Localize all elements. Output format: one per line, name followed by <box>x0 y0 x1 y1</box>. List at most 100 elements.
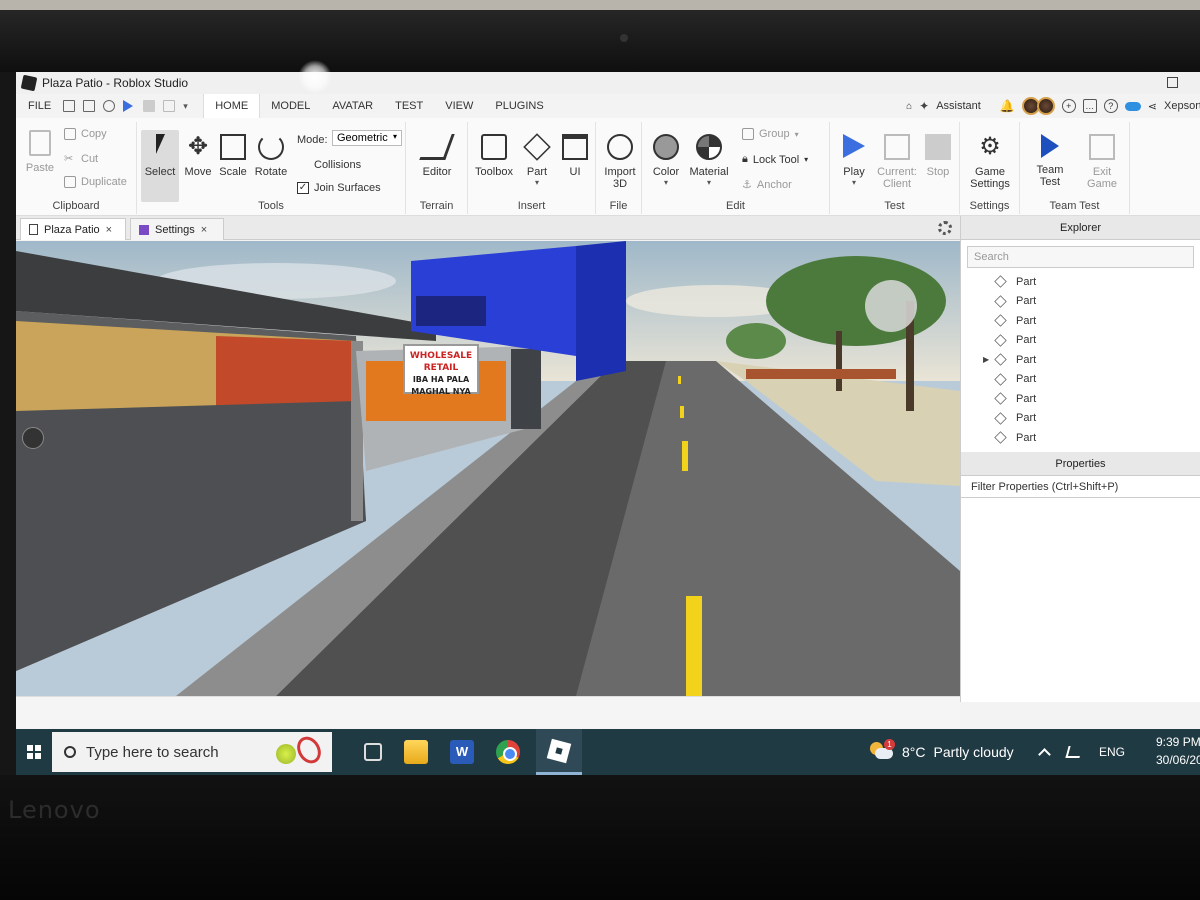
weather-widget[interactable]: 1 8°C Partly cloudy <box>870 729 1014 775</box>
help-icon[interactable]: ? <box>1103 99 1118 113</box>
stop-label: Stop <box>926 166 950 178</box>
publish-icon[interactable] <box>83 100 96 112</box>
3d-viewport[interactable]: WHOLESALE RETAIL IBA HA PALA MAGHAL NYA <box>16 241 960 696</box>
anchor-button[interactable]: ⚓︎ Anchor <box>742 178 792 192</box>
close-icon[interactable]: × <box>201 224 207 236</box>
quick-play-icon[interactable] <box>123 100 134 112</box>
toolbox-button[interactable]: Toolbox <box>472 134 516 178</box>
material-dropdown-icon[interactable]: ▾ <box>686 178 732 187</box>
redo-icon[interactable] <box>103 100 116 112</box>
list-item[interactable]: Part <box>961 428 1200 448</box>
list-item[interactable]: Part <box>961 311 1200 331</box>
tab-test[interactable]: TEST <box>384 94 434 118</box>
list-item[interactable]: ▶ Part <box>961 350 1200 370</box>
start-button[interactable] <box>16 729 52 775</box>
taskbar-search[interactable]: Type here to search <box>52 732 332 772</box>
color-dropdown-icon[interactable]: ▾ <box>648 178 684 187</box>
filter-properties-input[interactable]: Filter Properties (Ctrl+Shift+P) <box>961 476 1200 498</box>
paste-button[interactable]: Paste <box>22 130 58 174</box>
viewport-settings-gear-icon[interactable] <box>938 221 952 235</box>
import-3d-button[interactable]: Import 3D <box>600 134 640 190</box>
assistant-button[interactable]: Assistant <box>936 100 981 112</box>
insert-group: Toolbox Part ▾ UI Insert <box>468 122 596 214</box>
list-item[interactable]: Part <box>961 292 1200 312</box>
task-view-icon[interactable] <box>364 743 382 761</box>
color-button[interactable]: Color ▾ <box>648 134 684 187</box>
expand-arrow-icon[interactable]: ▶ <box>983 355 989 364</box>
user-label[interactable]: Xepsort <box>1164 100 1200 112</box>
list-item[interactable]: Part <box>961 389 1200 409</box>
chrome-icon[interactable] <box>496 740 520 764</box>
globe-import-icon <box>607 134 633 160</box>
ui-label: UI <box>569 166 581 178</box>
add-friend-icon[interactable]: + <box>1061 99 1076 113</box>
tab-home[interactable]: HOME <box>203 94 261 118</box>
terrain-editor-button[interactable]: Editor <box>416 134 458 178</box>
camera-icon[interactable] <box>22 427 44 449</box>
tab-model[interactable]: MODEL <box>260 94 321 118</box>
exit-game-button[interactable]: Exit Game <box>1080 134 1124 190</box>
stop-button[interactable]: Stop <box>922 134 954 178</box>
list-item[interactable]: Part <box>961 370 1200 390</box>
lock-dropdown-icon[interactable]: ▾ <box>804 155 808 164</box>
tab-avatar[interactable]: AVATAR <box>321 94 384 118</box>
tab-view[interactable]: VIEW <box>434 94 484 118</box>
word-icon[interactable]: W <box>450 740 474 764</box>
join-surfaces-toggle[interactable]: ✓ Join Surfaces <box>297 182 381 194</box>
document-tabs: Plaza Patio × Settings × <box>16 216 960 240</box>
play-icon <box>843 134 865 158</box>
lock-tool-button[interactable]: 🔒︎ Lock Tool ▾ <box>742 153 808 166</box>
part-button[interactable]: Part ▾ <box>520 133 554 187</box>
roblox-studio-taskbar-button[interactable] <box>536 729 582 775</box>
list-item[interactable]: Part <box>961 409 1200 429</box>
list-item[interactable]: Part <box>961 272 1200 292</box>
scale-button[interactable]: Scale <box>216 134 250 178</box>
ui-icon <box>562 134 588 160</box>
mode-select[interactable]: Geometric ▾ <box>332 130 402 146</box>
chat-icon[interactable]: … <box>1082 99 1097 113</box>
move-label: Move <box>184 166 212 178</box>
play-dropdown-icon[interactable]: ▾ <box>836 178 872 187</box>
game-settings-button[interactable]: ⚙ Game Settings <box>964 134 1016 191</box>
play-button[interactable]: Play ▾ <box>836 134 872 187</box>
part-dropdown-icon[interactable]: ▾ <box>520 178 554 187</box>
quick-stop-icon[interactable] <box>143 100 156 112</box>
collisions-toggle[interactable]: Collisions <box>314 159 361 171</box>
language-indicator[interactable]: ENG <box>1099 745 1125 759</box>
current-client-button[interactable]: Current: Client <box>874 134 920 190</box>
explorer-search-input[interactable]: Search <box>967 246 1194 268</box>
undo-icon[interactable] <box>163 100 176 112</box>
rotate-button[interactable]: Rotate <box>251 134 291 178</box>
share-icon[interactable]: ⋖ <box>1148 100 1157 113</box>
close-icon[interactable]: × <box>106 224 112 236</box>
show-hidden-icons-icon[interactable] <box>1038 748 1051 761</box>
join-surfaces-checkbox[interactable]: ✓ <box>297 182 309 194</box>
tab-plaza-patio[interactable]: Plaza Patio × <box>20 218 126 240</box>
team-test-button[interactable]: Team Test <box>1028 134 1072 188</box>
customize-dropdown-icon[interactable]: ▾ <box>183 100 195 112</box>
duplicate-button[interactable]: Duplicate <box>64 176 127 188</box>
file-menu[interactable]: FILE <box>28 100 51 112</box>
file-explorer-icon[interactable] <box>404 740 428 764</box>
clock[interactable]: 9:39 PM 30/06/202 <box>1156 733 1200 769</box>
cloud-icon[interactable] <box>1124 101 1141 111</box>
group-button[interactable]: Group ▾ <box>742 128 799 140</box>
new-file-icon[interactable] <box>63 100 76 112</box>
ui-button[interactable]: UI <box>560 134 590 178</box>
material-button[interactable]: Material ▾ <box>686 134 732 187</box>
notifications-icon[interactable]: 🔔 <box>1000 99 1015 113</box>
copy-button[interactable]: Copy <box>64 128 107 140</box>
move-button[interactable]: ✥ Move <box>181 134 215 179</box>
collapse-ribbon-icon[interactable]: ⌂ <box>906 101 912 112</box>
avatar-secondary[interactable] <box>1036 97 1055 115</box>
list-item[interactable]: Part <box>961 331 1200 351</box>
select-button[interactable]: Select <box>141 134 179 178</box>
part-cube-icon <box>994 431 1007 444</box>
group-dropdown-icon[interactable]: ▾ <box>795 130 799 139</box>
restore-window-icon[interactable] <box>1167 77 1178 88</box>
cut-button[interactable]: ✂ Cut <box>64 152 98 166</box>
tab-plugins[interactable]: PLUGINS <box>484 94 554 118</box>
tab-settings[interactable]: Settings × <box>130 218 224 240</box>
network-icon[interactable] <box>1065 746 1083 758</box>
scale-icon <box>220 134 246 160</box>
